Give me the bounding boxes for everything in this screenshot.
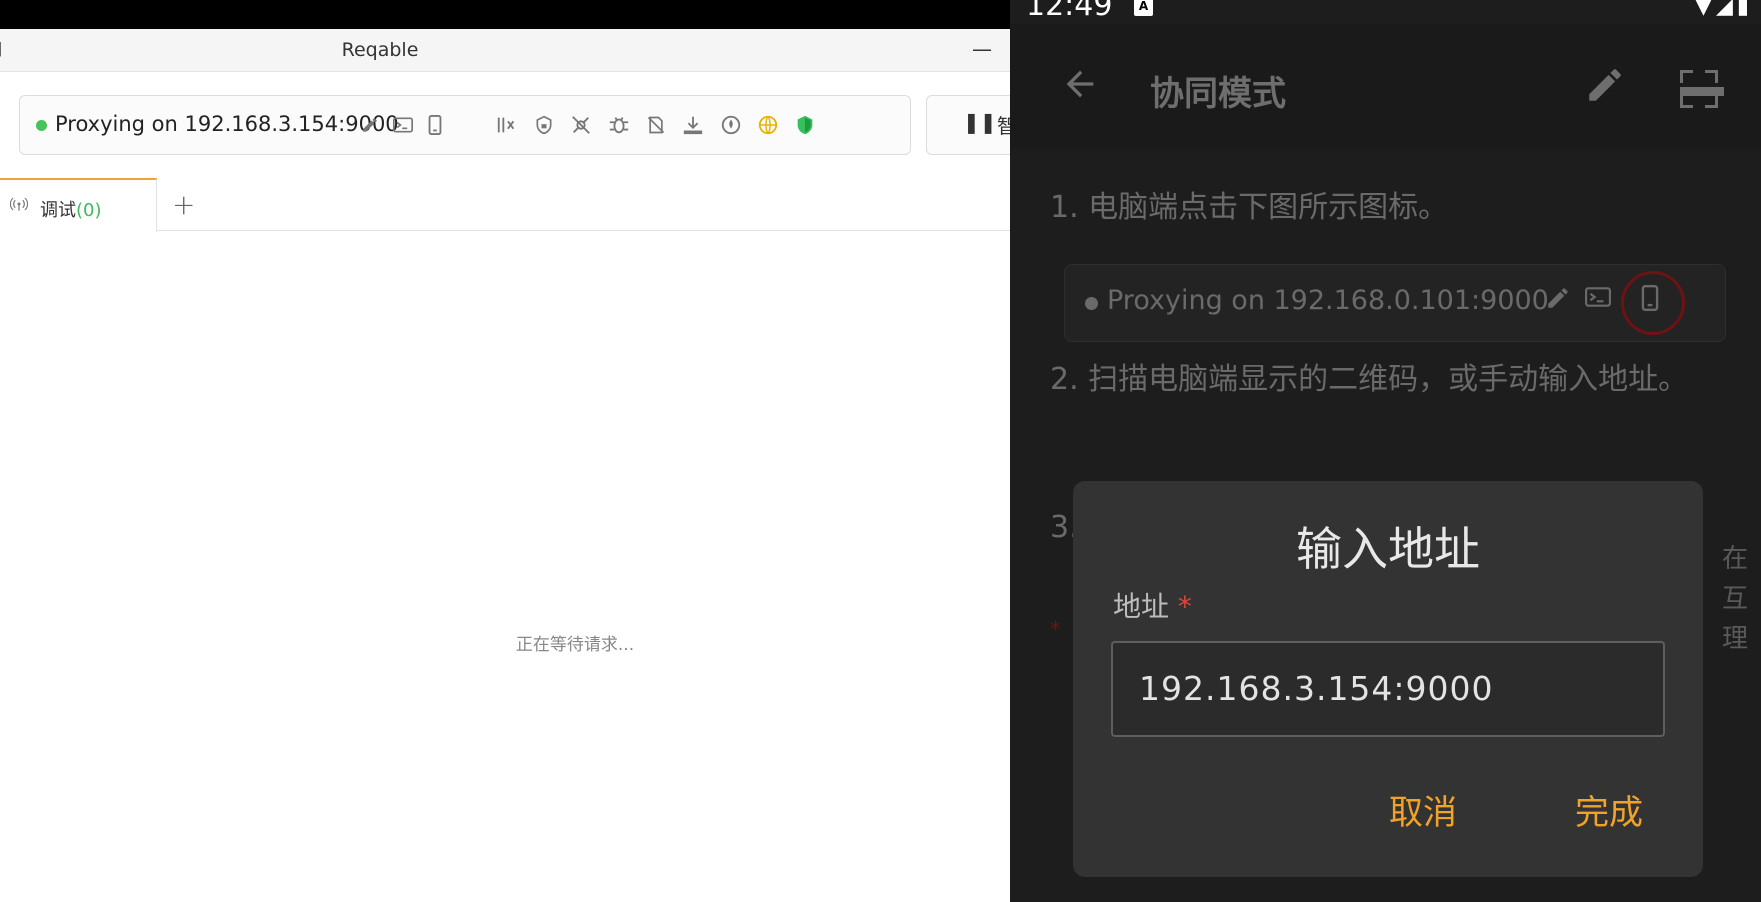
proxy-status-box: Proxying on 192.168.3.154:9000 [19, 95, 911, 155]
download-icon[interactable] [680, 112, 706, 138]
rewrite-off-icon[interactable] [643, 112, 669, 138]
example-terminal-icon [1585, 285, 1611, 316]
ssl-lock-icon[interactable] [531, 112, 557, 138]
edit-icon[interactable] [357, 112, 383, 138]
script-icon[interactable] [718, 112, 744, 138]
address-input-value: 192.168.3.154:9000 [1139, 669, 1494, 708]
proxy-status-dot [36, 120, 47, 131]
add-tab-button[interactable]: + [172, 188, 195, 221]
status-a-icon: A [1134, 0, 1153, 16]
address-field-label: 地址 * [1113, 590, 1192, 623]
edit-icon[interactable] [1584, 64, 1626, 116]
status-signal-battery-icons: ▼◢▮ [1695, 0, 1753, 19]
window-title: Reqable [341, 39, 419, 61]
step-1-text: 1. 电脑端点击下图所示图标。 [1050, 190, 1449, 225]
app-bar: 协同模式 [1010, 24, 1761, 148]
dialog-title: 输入地址 [1296, 522, 1480, 576]
tab-debug-label: 调试(0) [40, 200, 102, 221]
cancel-button[interactable]: 取消 [1389, 785, 1457, 834]
proxy-globe-icon[interactable] [755, 112, 781, 138]
example-proxy-bar: Proxying on 192.168.0.101:9000 [1064, 264, 1726, 342]
scan-icon[interactable] [1680, 70, 1724, 108]
instructions-content: 1. 电脑端点击下图所示图标。 Proxying on 192.168.0.10… [1010, 148, 1761, 902]
status-bar: 12:49 A ▼◢▮ [1010, 0, 1761, 24]
highlight-circle [1621, 271, 1685, 335]
no-capture-icon[interactable] [568, 112, 594, 138]
phone-screen: 12:49 A ▼◢▮ 协同模式 1. 电脑端点击下图所示图标。 Proxyin… [1010, 0, 1761, 902]
pause-label: 智 [997, 114, 1010, 138]
status-time: 12:49 [1026, 0, 1113, 23]
address-dialog: 输入地址 地址 * 192.168.3.154:9000 取消 完成 [1073, 481, 1703, 877]
proxy-status-text: Proxying on 192.168.3.154:9000 [55, 112, 399, 136]
mobile-icon[interactable] [422, 112, 448, 138]
pause-button[interactable]: ❚❚ 智 [926, 95, 1010, 155]
step-2-text: 2. 扫描电脑端显示的二维码，或手动输入地址。 [1050, 362, 1689, 397]
tab-debug-count: (0) [76, 200, 102, 221]
example-edit-icon [1545, 285, 1571, 318]
desktop-app: ] Reqable — Proxying on 192.168.3.154:90… [0, 0, 1010, 902]
debug-icon[interactable] [606, 112, 632, 138]
pause-icon: ❚❚ [963, 110, 997, 134]
example-status-dot [1085, 297, 1098, 310]
window-titlebar: ] Reqable — [0, 29, 1010, 72]
note-star: * [1050, 618, 1061, 643]
main-toolbar: Proxying on 192.168.3.154:9000 ❚❚ 智 [0, 72, 1010, 176]
done-button[interactable]: 完成 [1575, 785, 1643, 834]
shield-icon[interactable] [792, 112, 818, 138]
tab-debug[interactable]: 调试(0) [0, 178, 157, 232]
back-arrow-icon[interactable] [1060, 64, 1100, 114]
broadcast-icon [9, 196, 29, 216]
page-title: 协同模式 [1150, 74, 1286, 114]
example-proxy-text: Proxying on 192.168.0.101:9000 [1107, 285, 1549, 316]
edge-char: 理 [1722, 624, 1749, 654]
desktop-top-strip [0, 0, 1010, 29]
minimize-button[interactable]: — [972, 37, 992, 61]
waiting-message: 正在等待请求... [515, 635, 635, 655]
session-tabs: 调试(0) + [0, 176, 1010, 232]
address-input[interactable]: 192.168.3.154:9000 [1111, 641, 1665, 737]
edge-char: 互 [1722, 584, 1749, 614]
breakpoint-icon[interactable] [494, 112, 520, 138]
edge-char: 在 [1722, 544, 1749, 574]
required-mark: * [1177, 590, 1192, 623]
terminal-icon[interactable] [390, 112, 416, 138]
